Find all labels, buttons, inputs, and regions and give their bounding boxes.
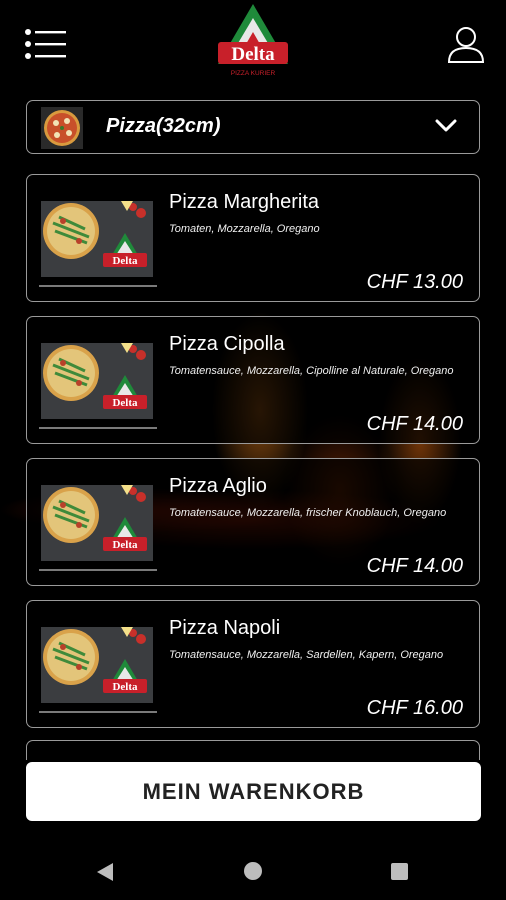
- svg-text:Delta: Delta: [112, 397, 138, 409]
- category-label: Pizza(32cm): [106, 115, 221, 137]
- product-description: Tomatensauce, Mozzarella, Cipolline al N…: [169, 365, 454, 377]
- product-name: Pizza Napoli: [169, 617, 281, 639]
- svg-text:Delta: Delta: [112, 681, 138, 693]
- thumb-underline: [39, 285, 157, 287]
- product-card[interactable]: Delta Pizza Cipolla Tomatensauce, Mozzar…: [26, 316, 480, 444]
- product-card[interactable]: Delta Pizza Aglio Tomatensauce, Mozzarel…: [26, 458, 480, 586]
- nav-home-icon[interactable]: [244, 862, 262, 880]
- svg-text:Delta: Delta: [112, 255, 138, 267]
- product-price: CHF 16.00: [366, 697, 463, 719]
- pizza-image: Delta: [41, 343, 153, 419]
- product-name: Pizza Margherita: [169, 191, 320, 213]
- product-price: CHF 14.00: [366, 555, 463, 577]
- menu-icon[interactable]: [24, 28, 68, 60]
- user-icon[interactable]: [446, 24, 486, 64]
- logo-subtext: PIZZA KURIER: [231, 70, 276, 77]
- product-price: CHF 13.00: [366, 271, 463, 293]
- app-header: Delta PIZZA KURIER: [0, 0, 506, 92]
- product-price: CHF 14.00: [366, 413, 463, 435]
- product-description: Tomatensauce, Mozzarella, Sardellen, Kap…: [169, 649, 444, 661]
- logo-text: Delta: [231, 44, 275, 65]
- chevron-down-icon[interactable]: [435, 118, 457, 134]
- product-description: Tomatensauce, Mozzarella, frischer Knobl…: [169, 507, 447, 519]
- thumb-underline: [39, 427, 157, 429]
- svg-text:Delta: Delta: [112, 539, 138, 551]
- pizza-thumbnail-icon: [41, 107, 83, 149]
- delta-logo: Delta PIZZA KURIER: [218, 4, 288, 77]
- nav-back-icon[interactable]: [96, 862, 114, 882]
- pizza-image: Delta: [41, 485, 153, 561]
- product-name: Pizza Aglio: [169, 475, 267, 497]
- partial-product-card: [26, 740, 480, 760]
- category-select[interactable]: Pizza(32cm): [26, 100, 480, 154]
- product-card[interactable]: Delta Pizza Napoli Tomatensauce, Mozzare…: [26, 600, 480, 728]
- pizza-image: Delta: [41, 627, 153, 703]
- pizza-image: Delta: [41, 201, 153, 277]
- nav-recent-icon[interactable]: [391, 863, 408, 880]
- product-card[interactable]: Delta Pizza Margherita Tomaten, Mozzarel…: [26, 174, 480, 302]
- product-description: Tomaten, Mozzarella, Oregano: [169, 223, 320, 235]
- thumb-underline: [39, 569, 157, 571]
- android-nav-bar: [0, 840, 506, 900]
- product-name: Pizza Cipolla: [169, 333, 285, 355]
- thumb-underline: [39, 711, 157, 713]
- cart-button[interactable]: MEIN WARENKORB: [26, 762, 481, 821]
